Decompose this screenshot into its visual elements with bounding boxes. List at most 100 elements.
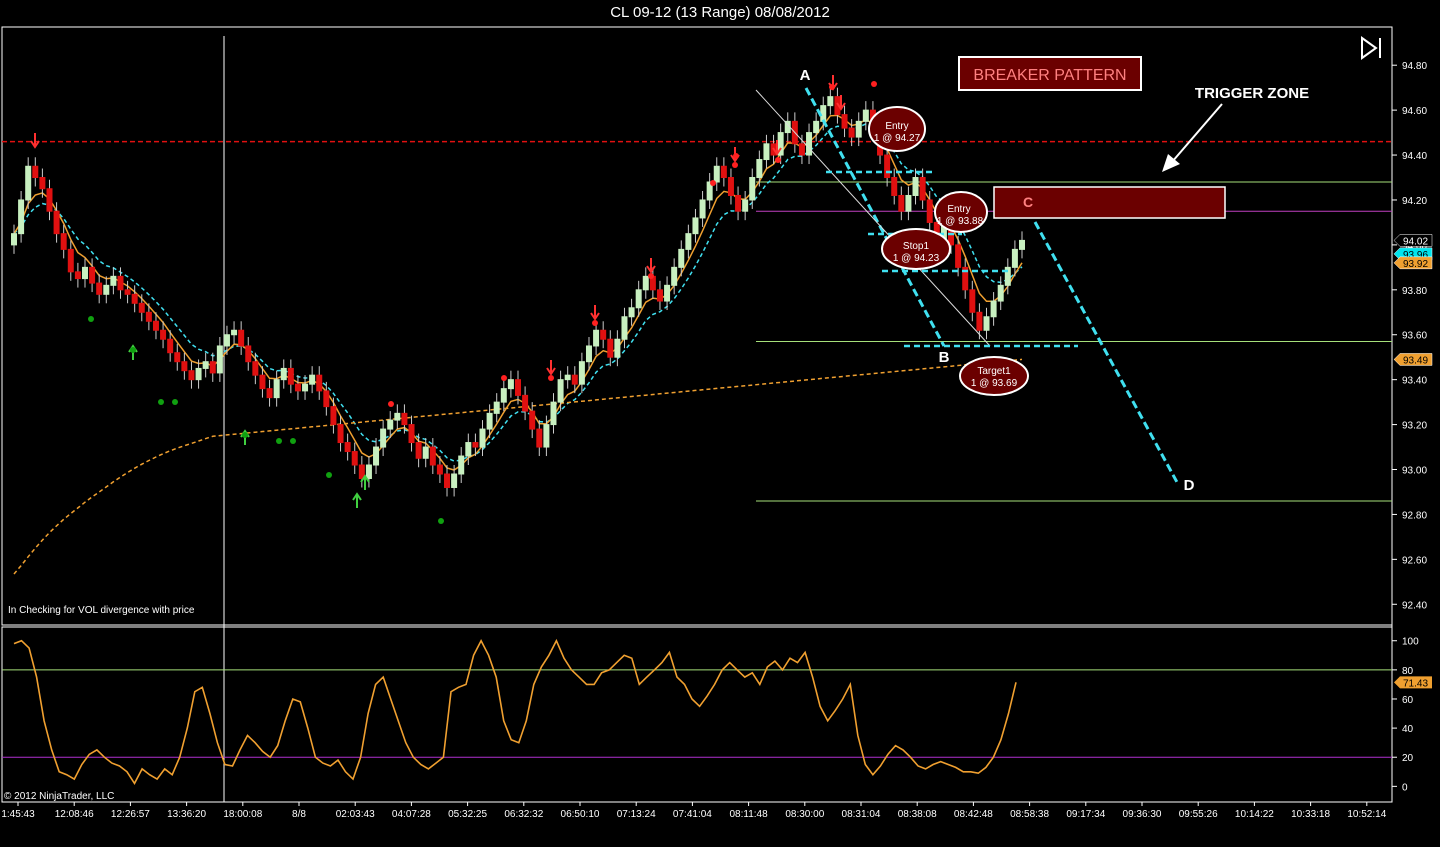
candle-body xyxy=(323,390,330,408)
candle-body xyxy=(25,165,32,201)
candle-body xyxy=(493,401,500,414)
price-candle xyxy=(997,276,1004,311)
candle-body xyxy=(96,282,103,295)
candle-body xyxy=(67,248,74,273)
price-chart[interactable]: 94.8094.6094.4094.2094.0093.8093.6093.40… xyxy=(0,0,1440,847)
order-entry-2[interactable]: Entry 1 @ 93.88 xyxy=(934,191,988,233)
osc-tick-label: 100 xyxy=(1402,637,1419,648)
candle-body xyxy=(465,442,472,457)
candle-body xyxy=(735,194,742,212)
price-candle xyxy=(458,447,465,483)
candle-body xyxy=(223,334,230,347)
candle-body xyxy=(444,473,451,488)
price-candle xyxy=(507,370,514,398)
price-candle xyxy=(536,420,543,457)
candle-body xyxy=(351,451,358,466)
candle-body xyxy=(529,410,536,430)
price-candle xyxy=(600,321,607,349)
trigger-zone-arrow xyxy=(1162,103,1223,172)
red-signal-dot xyxy=(871,81,877,87)
price-candle xyxy=(110,267,117,295)
time-tick-label: 02:03:43 xyxy=(336,809,375,820)
candle-body xyxy=(607,338,614,358)
candle-body xyxy=(46,188,53,212)
trigger-zone-label: TRIGGER ZONE xyxy=(1195,85,1309,102)
price-candle xyxy=(685,224,692,259)
time-tick-label: 18:00:08 xyxy=(223,809,262,820)
candle-body xyxy=(110,275,117,286)
osc-tick-label: 40 xyxy=(1402,724,1414,735)
red-signal-dot xyxy=(388,401,394,407)
copyright-text: © 2012 NinjaTrader, LLC xyxy=(4,791,114,802)
sell-signal-arrow-icon xyxy=(590,305,600,321)
play-to-end-icon[interactable] xyxy=(1361,36,1381,60)
candle-body xyxy=(273,379,280,399)
candle-body xyxy=(145,311,152,322)
price-candle xyxy=(763,134,770,169)
candle-body xyxy=(671,266,678,286)
price-candle xyxy=(181,352,188,380)
candle-body xyxy=(195,367,202,381)
price-badge-value: 94.02 xyxy=(1403,236,1428,247)
price-badge: 93.49 xyxy=(1393,353,1433,366)
price-candle xyxy=(323,381,330,416)
breaker-pattern-label: BREAKER PATTERN xyxy=(973,67,1126,84)
candle-body xyxy=(678,248,685,268)
candle-body xyxy=(209,361,216,374)
candle-body xyxy=(997,284,1004,302)
order-target-1[interactable]: Target1 1 @ 93.69 xyxy=(959,356,1029,396)
point-label-d: D xyxy=(1184,477,1195,494)
breaker-pattern-box: BREAKER PATTERN xyxy=(958,56,1142,91)
candle-body xyxy=(124,289,131,295)
price-tick-label: 93.80 xyxy=(1402,286,1427,297)
green-signal-dot xyxy=(172,399,178,405)
candle-body xyxy=(742,199,749,212)
candle-body xyxy=(827,96,834,107)
price-candle xyxy=(266,379,273,407)
order-stop-1[interactable]: Stop1 1 @ 94.23 xyxy=(881,228,951,270)
candle-body xyxy=(436,464,443,475)
candle-body xyxy=(912,177,919,196)
sell-signal-arrow-icon xyxy=(646,258,656,274)
price-candle xyxy=(529,402,536,439)
candle-body xyxy=(380,428,387,448)
candle-body xyxy=(628,307,635,318)
price-tick-label: 92.40 xyxy=(1402,600,1427,611)
time-tick-label: 10:14:22 xyxy=(1235,809,1274,820)
candle-body xyxy=(11,233,17,246)
price-candle xyxy=(60,224,67,259)
green-signal-dot xyxy=(438,518,444,524)
candle-body xyxy=(216,345,223,374)
candle-body xyxy=(749,177,756,201)
candle-body xyxy=(337,424,344,444)
candle-body xyxy=(571,374,578,385)
price-candle xyxy=(578,352,585,394)
price-tick-label: 93.40 xyxy=(1402,376,1427,387)
time-tick-label: 8/8 xyxy=(292,809,306,820)
order-target-1-detail: 1 @ 93.69 xyxy=(971,378,1018,389)
order-entry-2-label: Entry xyxy=(947,204,970,215)
sell-signal-arrow-icon xyxy=(30,133,40,149)
candle-body xyxy=(699,199,706,219)
candle-body xyxy=(522,394,529,412)
order-entry-1[interactable]: Entry 1 @ 94.27 xyxy=(868,106,926,152)
candle-body xyxy=(685,233,692,250)
candle-body xyxy=(926,199,933,223)
red-signal-dot xyxy=(732,162,738,168)
candle-body xyxy=(266,388,273,399)
price-candle xyxy=(344,433,351,461)
price-candle xyxy=(642,267,649,299)
candle-body xyxy=(330,406,337,426)
oscillator-line xyxy=(13,638,1017,785)
price-badge: 93.92 xyxy=(1393,256,1433,270)
candle-body xyxy=(160,329,167,340)
candle-body xyxy=(550,401,557,426)
price-candle xyxy=(841,105,848,138)
candle-body xyxy=(202,361,209,369)
pattern-leg-cd xyxy=(1033,221,1180,485)
red-signal-dot xyxy=(733,153,739,159)
price-candle xyxy=(46,179,53,221)
candle-body xyxy=(344,442,351,453)
osc-tick-label: 0 xyxy=(1402,782,1408,793)
price-candle xyxy=(358,456,365,488)
